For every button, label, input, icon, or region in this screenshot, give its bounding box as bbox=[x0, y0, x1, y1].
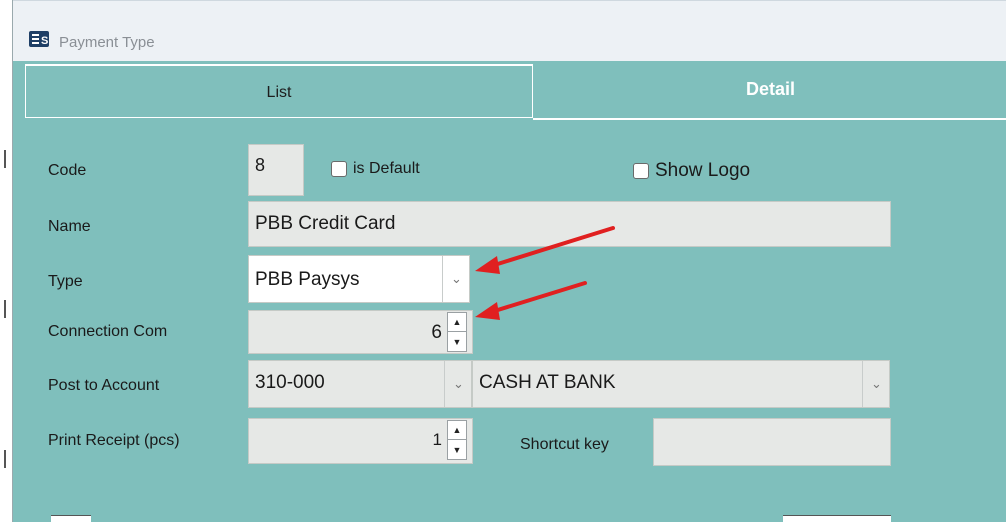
left-screen-edge bbox=[0, 0, 10, 522]
edge-mark bbox=[4, 300, 6, 318]
edge-mark bbox=[4, 450, 6, 468]
red-arrow-to-type bbox=[486, 226, 615, 269]
red-arrow-to-connection bbox=[486, 281, 587, 315]
edge-mark bbox=[4, 150, 6, 168]
payment-type-window: S Payment Type List Detail Code 8 is Def… bbox=[12, 0, 1006, 523]
annotation-arrows bbox=[475, 226, 615, 320]
